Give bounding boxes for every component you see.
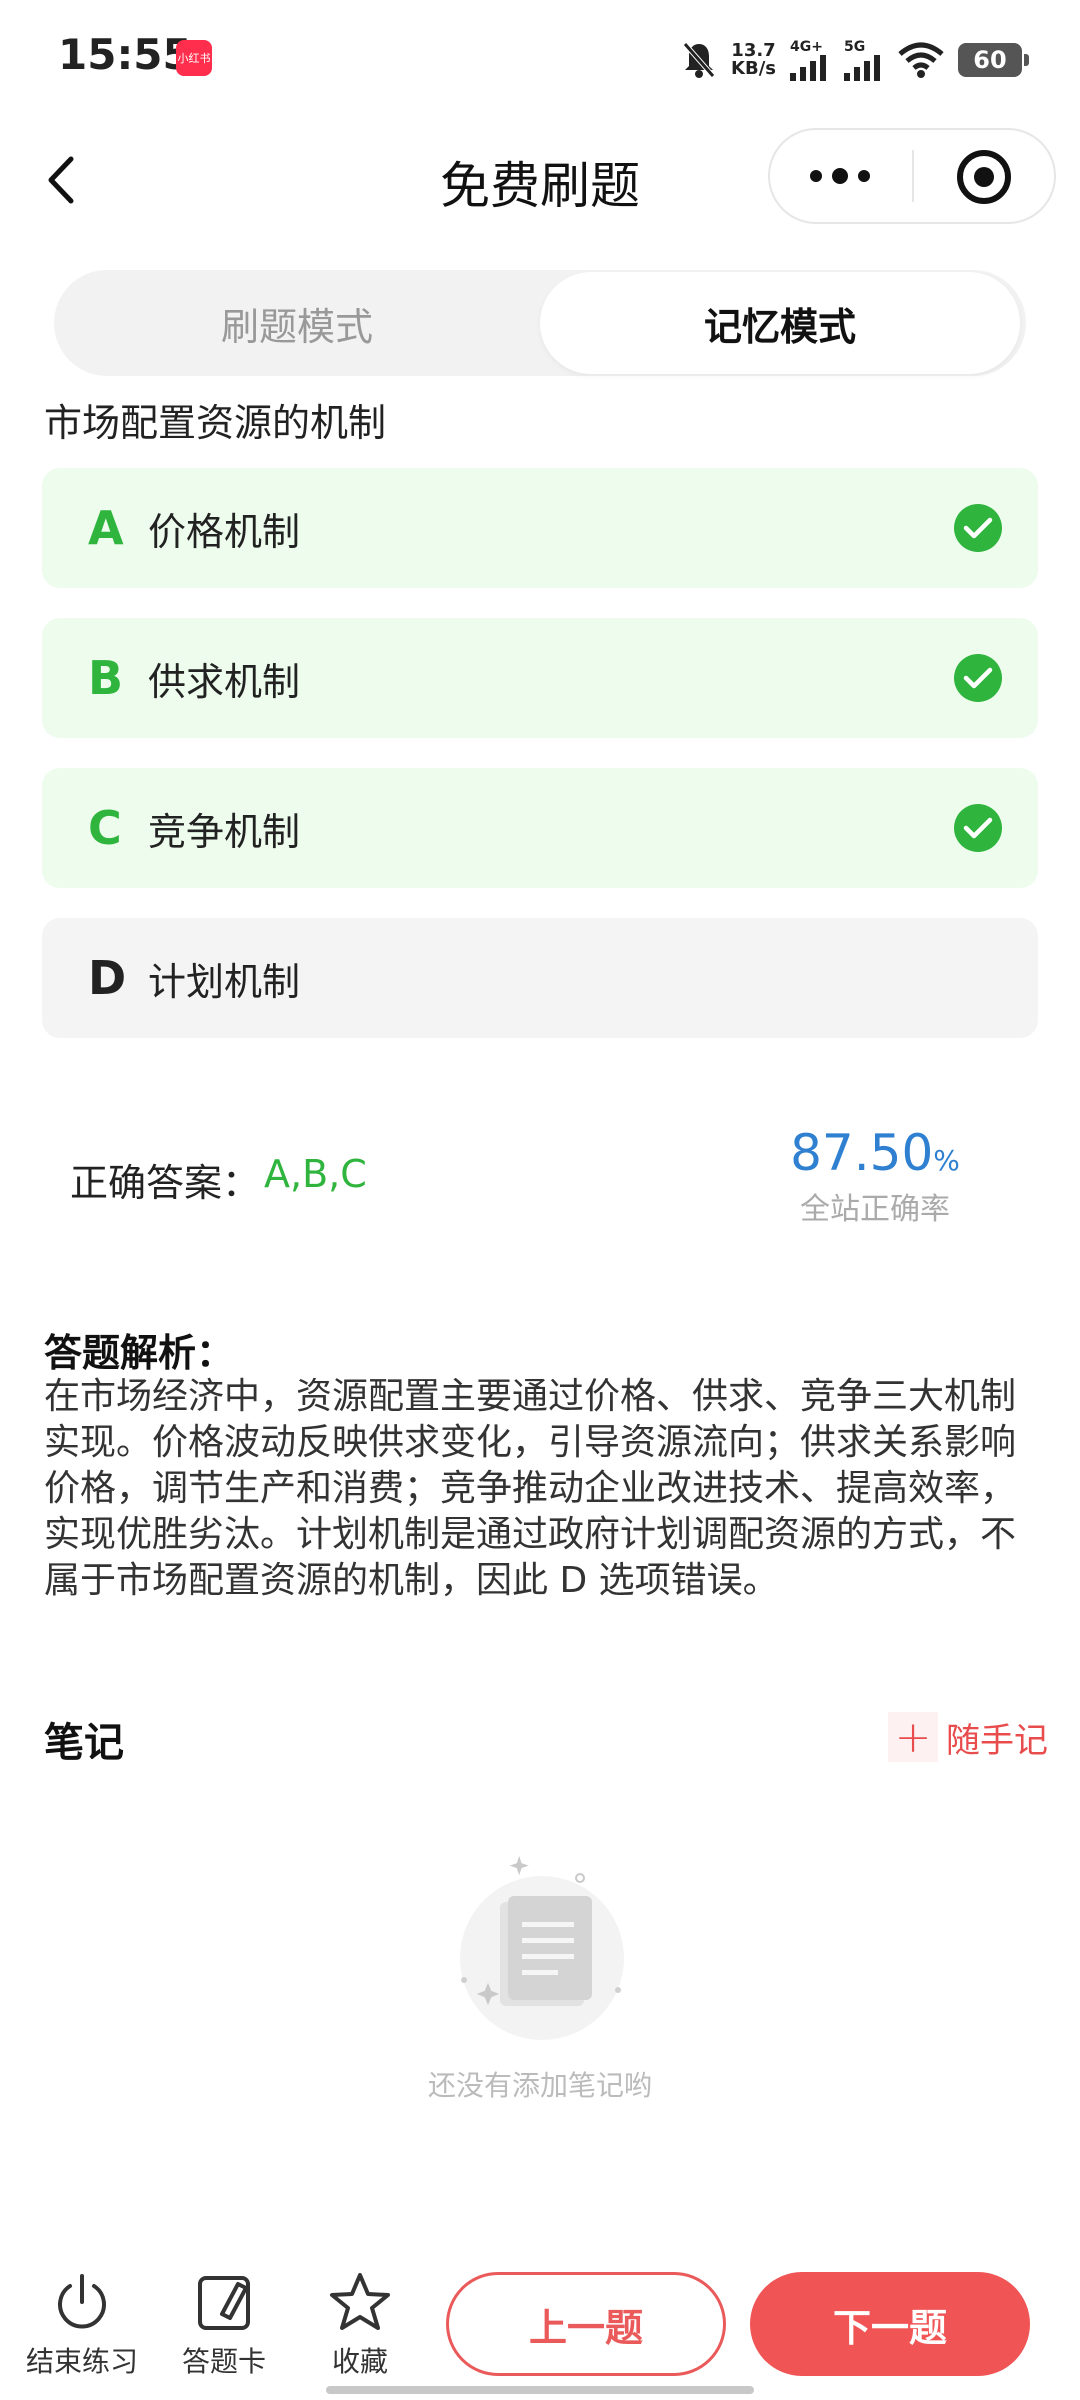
tab-memory-mode[interactable]: 记忆模式: [540, 272, 1020, 374]
wifi-icon: [898, 42, 944, 78]
notes-title: 笔记: [44, 1720, 124, 1766]
accuracy-rate: 87.50%: [790, 1124, 960, 1182]
answer-card-icon: [198, 2276, 250, 2330]
more-dot-icon: [832, 168, 848, 184]
plus-icon: +: [888, 1712, 938, 1763]
tab-practice-mode[interactable]: 刷题模式: [54, 270, 540, 376]
question-text: 市场配置资源的机制: [44, 401, 387, 445]
signal-bars-icon: [790, 55, 826, 81]
net-type-label-2: 5G: [844, 39, 866, 55]
favorite-label: 收藏: [331, 2345, 388, 2378]
net-type-label-1: 4G+: [790, 39, 823, 55]
option-text: 供求机制: [148, 659, 301, 704]
correct-answer-label: 正确答案：: [70, 1161, 261, 1205]
signal-1: 4G+: [790, 39, 830, 81]
accuracy-rate-value: 87.50: [790, 1124, 934, 1182]
next-question-button[interactable]: 下一题: [750, 2272, 1030, 2376]
signal-bars-icon: [844, 55, 880, 81]
signal-2: 5G: [844, 39, 884, 81]
more-dot-icon: [858, 170, 870, 182]
analysis-title: 答题解析：: [44, 1331, 235, 1375]
option-text: 计划机制: [148, 959, 301, 1004]
close-target-icon[interactable]: [955, 148, 1013, 206]
correct-answer-value: A,B,C: [264, 1152, 367, 1196]
battery-icon: 60: [958, 43, 1029, 77]
option-d[interactable]: D 计划机制: [42, 918, 1038, 1038]
option-text: 竞争机制: [148, 809, 301, 854]
end-practice-label: 结束练习: [25, 2345, 138, 2378]
accuracy-rate-unit: %: [933, 1144, 960, 1177]
add-note-button[interactable]: + 随手记: [888, 1712, 1048, 1763]
home-indicator[interactable]: [326, 2386, 754, 2394]
empty-notes-text: 还没有添加笔记哟: [427, 2069, 652, 2102]
check-circle-icon: [954, 504, 1002, 552]
star-icon: [330, 2273, 390, 2330]
net-speed: 13.7 KB/s: [731, 42, 776, 78]
status-icons: 13.7 KB/s 4G+ 5G 60: [681, 30, 1029, 90]
option-text: 价格机制: [148, 509, 301, 554]
option-b[interactable]: B 供求机制: [42, 618, 1038, 738]
check-circle-icon: [954, 804, 1002, 852]
end-practice-button[interactable]: 结束练习: [22, 2270, 142, 2390]
option-c[interactable]: C 竞争机制: [42, 768, 1038, 888]
more-button[interactable]: [800, 150, 880, 202]
option-letter: B: [88, 651, 124, 705]
accuracy-rate-label: 全站正确率: [800, 1192, 950, 1227]
app-badge-icon: 小红书: [176, 40, 212, 76]
capsule-divider: [912, 150, 914, 202]
analysis-body: 在市场经济中，资源配置主要通过价格、供求、竞争三大机制实现。价格波动反映供求变化…: [44, 1376, 1017, 1601]
empty-notes-illustration-icon: [460, 1856, 624, 2040]
add-note-label: 随手记: [946, 1720, 1048, 1761]
option-letter: C: [88, 801, 122, 855]
option-letter: A: [88, 501, 124, 555]
option-letter: D: [88, 951, 127, 1005]
prev-question-button[interactable]: 上一题: [446, 2272, 726, 2376]
mute-bell-icon: [683, 42, 715, 78]
more-dot-icon: [810, 170, 822, 182]
answer-card-label: 答题卡: [181, 2345, 266, 2378]
power-icon: [58, 2274, 106, 2329]
favorite-button[interactable]: 收藏: [300, 2270, 420, 2390]
status-time: 15:55: [58, 30, 192, 79]
net-speed-unit: KB/s: [731, 58, 776, 79]
answer-card-button[interactable]: 答题卡: [164, 2270, 284, 2390]
check-circle-icon: [954, 654, 1002, 702]
option-a[interactable]: A 价格机制: [42, 468, 1038, 588]
